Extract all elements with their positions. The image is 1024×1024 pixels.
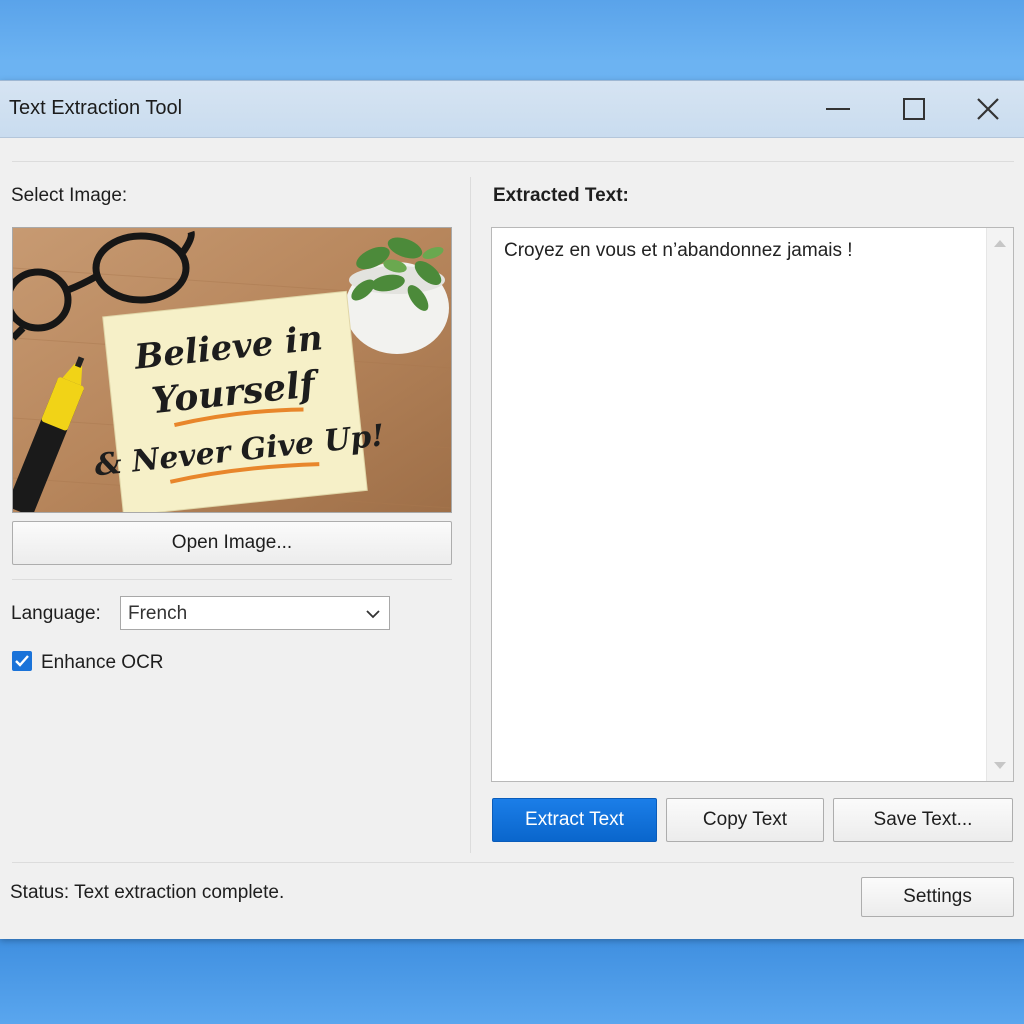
app-window: Text Extraction Tool Select Image: Belie… xyxy=(0,80,1024,939)
scroll-down-icon[interactable] xyxy=(994,762,1006,769)
sticky-note: Believe in Yourself & Never Give Up! xyxy=(93,290,386,512)
language-label: Language: xyxy=(11,603,101,624)
panel-divider xyxy=(470,177,471,853)
close-icon xyxy=(977,98,999,120)
preview-photo: Believe in Yourself & Never Give Up! xyxy=(13,228,451,512)
extract-text-button[interactable]: Extract Text xyxy=(492,798,657,842)
minimize-button[interactable] xyxy=(808,81,868,137)
enhance-ocr-label: Enhance OCR xyxy=(41,652,164,673)
settings-button[interactable]: Settings xyxy=(861,877,1014,917)
copy-text-button[interactable]: Copy Text xyxy=(666,798,824,842)
left-divider xyxy=(12,579,452,580)
checkmark-icon xyxy=(15,655,29,667)
status-text: Status: Text extraction complete. xyxy=(10,882,285,903)
language-value: French xyxy=(128,603,188,624)
extracted-text-content: Croyez en vous et n’abandonnez jamais ! xyxy=(504,240,853,261)
window-title: Text Extraction Tool xyxy=(9,97,183,119)
text-scrollbar[interactable] xyxy=(986,228,1013,781)
settings-label: Settings xyxy=(903,886,972,907)
minimize-icon xyxy=(826,108,850,110)
maximize-icon xyxy=(903,98,925,120)
extract-text-label: Extract Text xyxy=(525,809,624,830)
copy-text-label: Copy Text xyxy=(702,809,788,830)
select-image-label: Select Image: xyxy=(11,185,128,206)
extracted-text-label: Extracted Text: xyxy=(493,185,629,206)
close-button[interactable] xyxy=(958,81,1018,137)
maximize-button[interactable] xyxy=(884,81,944,137)
extracted-text-area[interactable]: Croyez en vous et n’abandonnez jamais ! xyxy=(491,227,1014,782)
footer-divider xyxy=(12,862,1014,863)
desktop-background xyxy=(0,938,1024,1024)
chevron-down-icon xyxy=(366,610,380,619)
image-preview: Believe in Yourself & Never Give Up! xyxy=(12,227,452,513)
save-text-button[interactable]: Save Text... xyxy=(833,798,1013,842)
scroll-up-icon[interactable] xyxy=(994,240,1006,247)
title-bar: Text Extraction Tool xyxy=(0,81,1024,138)
open-image-button[interactable]: Open Image... xyxy=(12,521,452,565)
top-divider xyxy=(12,161,1014,162)
open-image-label: Open Image... xyxy=(171,532,293,553)
language-select[interactable]: French xyxy=(120,596,390,630)
save-text-label: Save Text... xyxy=(873,809,973,830)
enhance-ocr-checkbox[interactable] xyxy=(12,651,32,671)
